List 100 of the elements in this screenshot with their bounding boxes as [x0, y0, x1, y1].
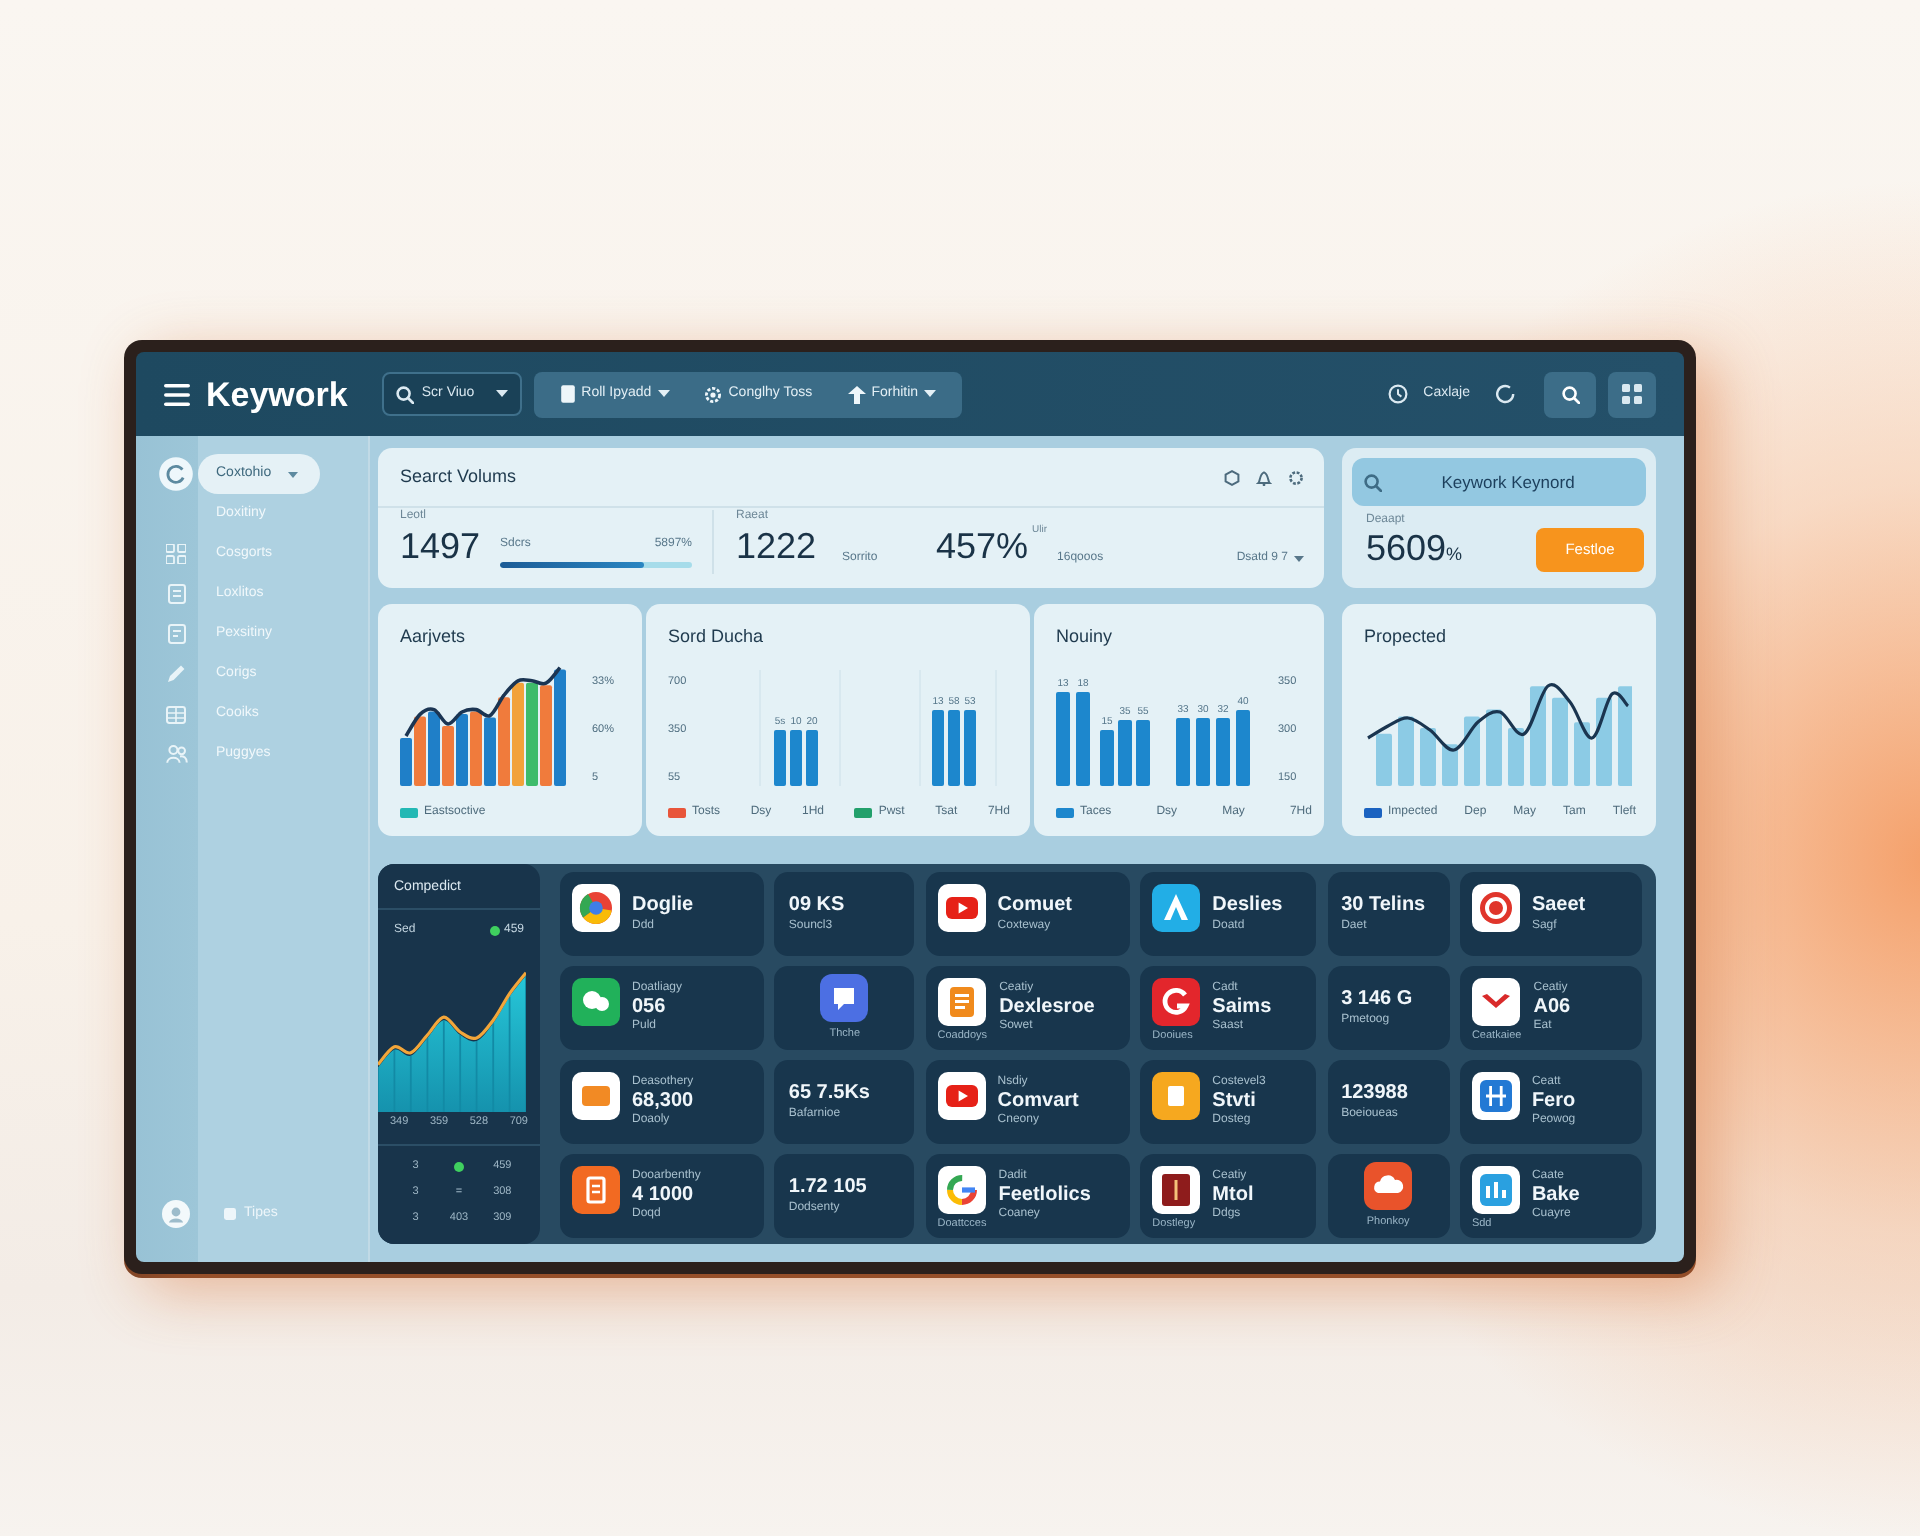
pen-icon: [166, 664, 186, 684]
chart-bar: [1508, 728, 1524, 786]
chart-bar: [1118, 720, 1132, 786]
tile-value: 056: [632, 995, 668, 1019]
tile-value: 68,300: [632, 1089, 694, 1113]
keyword-search-button[interactable]: Keywork Keynord: [1352, 458, 1646, 506]
tile-value: 65 7.5Ks: [788, 1082, 870, 1107]
hexagon-icon[interactable]: [1224, 469, 1240, 485]
gear-icon: [704, 385, 723, 403]
search-icon: [1364, 473, 1382, 491]
tile-value: Fero: [1531, 1089, 1576, 1113]
square-icon: [224, 1208, 236, 1220]
chart-bar: [1176, 718, 1190, 786]
chart-bar: [1618, 686, 1632, 786]
card-title: Propected: [1364, 624, 1449, 650]
grid-button[interactable]: [1608, 371, 1656, 417]
tile-value: Saeet: [1531, 894, 1586, 919]
cloud-icon: [1364, 1162, 1413, 1211]
caret-icon: [657, 390, 670, 398]
ring-icon: [158, 456, 194, 492]
tile-value: Comuet: [997, 894, 1073, 919]
chart-bar: [790, 730, 802, 786]
refresh-icon[interactable]: [1496, 384, 1516, 404]
chart-bar: [1596, 697, 1612, 786]
caret-icon: [1294, 556, 1304, 562]
chart-bar: [964, 710, 976, 786]
tile-value: Deslies: [1212, 894, 1283, 919]
tile-value: A06: [1533, 995, 1571, 1019]
tile-value: Feetlolics: [998, 1183, 1091, 1207]
caret-icon: [495, 390, 508, 398]
app-logo: Keywork: [206, 377, 348, 411]
tile-value: 123988: [1341, 1082, 1408, 1107]
menu-icon[interactable]: [164, 383, 190, 405]
document-icon: [559, 384, 576, 404]
chart-bar: [1216, 718, 1230, 786]
color-ring-icon: [937, 1166, 986, 1214]
color-wheel-icon: [572, 884, 620, 932]
chevron-icon: [1471, 978, 1520, 1026]
search-icon: [395, 385, 414, 403]
tile-value: Dexlesroe: [999, 995, 1095, 1019]
chart-bar: [1100, 730, 1114, 786]
play-icon: [937, 1072, 986, 1120]
chart-bar: [1196, 718, 1210, 786]
chart-bar: [948, 710, 960, 786]
bubble-icon: [572, 978, 620, 1026]
caret-icon: [924, 390, 937, 398]
chart-bar: [1420, 728, 1436, 786]
square-icon: [1152, 1072, 1201, 1120]
chart-bar: [1530, 686, 1546, 786]
caret-icon: [287, 471, 298, 477]
tile-value: Saims: [1212, 995, 1272, 1019]
gear-icon[interactable]: [1288, 469, 1304, 485]
card-title: Nouiny: [1056, 624, 1115, 650]
grid-icon: [166, 544, 186, 564]
tile-value: 4 1000: [632, 1183, 696, 1207]
clock-icon: [1387, 384, 1408, 404]
document-icon: [937, 978, 986, 1026]
document-icon: [167, 584, 185, 604]
stat-value: 457%$^{Ulir}$: [936, 526, 1048, 568]
document-icon: [167, 624, 185, 644]
tile-value: 1.72 105: [788, 1176, 867, 1201]
chart-bar: [1136, 720, 1150, 786]
tile-value: Mtol: [1212, 1183, 1254, 1207]
tile-value: Doglie: [632, 894, 694, 919]
chart-bar: [1574, 722, 1590, 786]
play-icon: [937, 884, 986, 932]
grid-icon: [1471, 1072, 1520, 1120]
chart-bar: [1442, 744, 1458, 786]
chart-bar: [1552, 697, 1568, 786]
tile-value: 3 146 G: [1341, 988, 1413, 1013]
chart-bar: [1376, 733, 1392, 786]
chart-bar: [1056, 692, 1070, 786]
tile-value: Bake: [1531, 1183, 1580, 1207]
stat-value: 1222: [736, 526, 817, 568]
chart-bar: [1236, 710, 1250, 786]
bell-icon[interactable]: [1256, 469, 1272, 485]
speech-bubble-icon: [820, 974, 869, 1023]
grid-icon: [1622, 384, 1642, 404]
tile-value: 09 KS: [788, 894, 845, 919]
folder-icon: [572, 1072, 620, 1120]
ring-icon: [1471, 884, 1520, 932]
chart-bar: [1464, 716, 1480, 786]
arrow-icon: [847, 385, 866, 403]
people-icon: [165, 744, 187, 764]
table-icon: [166, 705, 186, 723]
ring-icon: [1152, 978, 1201, 1026]
document-icon: [572, 1166, 620, 1214]
card-title: Searct Volums: [400, 463, 517, 490]
chart-bar: [774, 730, 786, 786]
chart-bar: [1486, 709, 1502, 786]
bar-chart-icon: [1471, 1166, 1520, 1214]
card-title: Sord Ducha: [668, 624, 766, 650]
search-icon: [1561, 385, 1579, 403]
chart-bar: [1076, 692, 1090, 786]
tile-value: 30 Telins: [1341, 894, 1426, 919]
search-button[interactable]: [1544, 371, 1596, 417]
chart-bar: [932, 710, 944, 786]
chart-bar: [806, 730, 818, 786]
card-title: Aarjvets: [400, 624, 468, 650]
tile-value: Stvti: [1212, 1089, 1258, 1113]
